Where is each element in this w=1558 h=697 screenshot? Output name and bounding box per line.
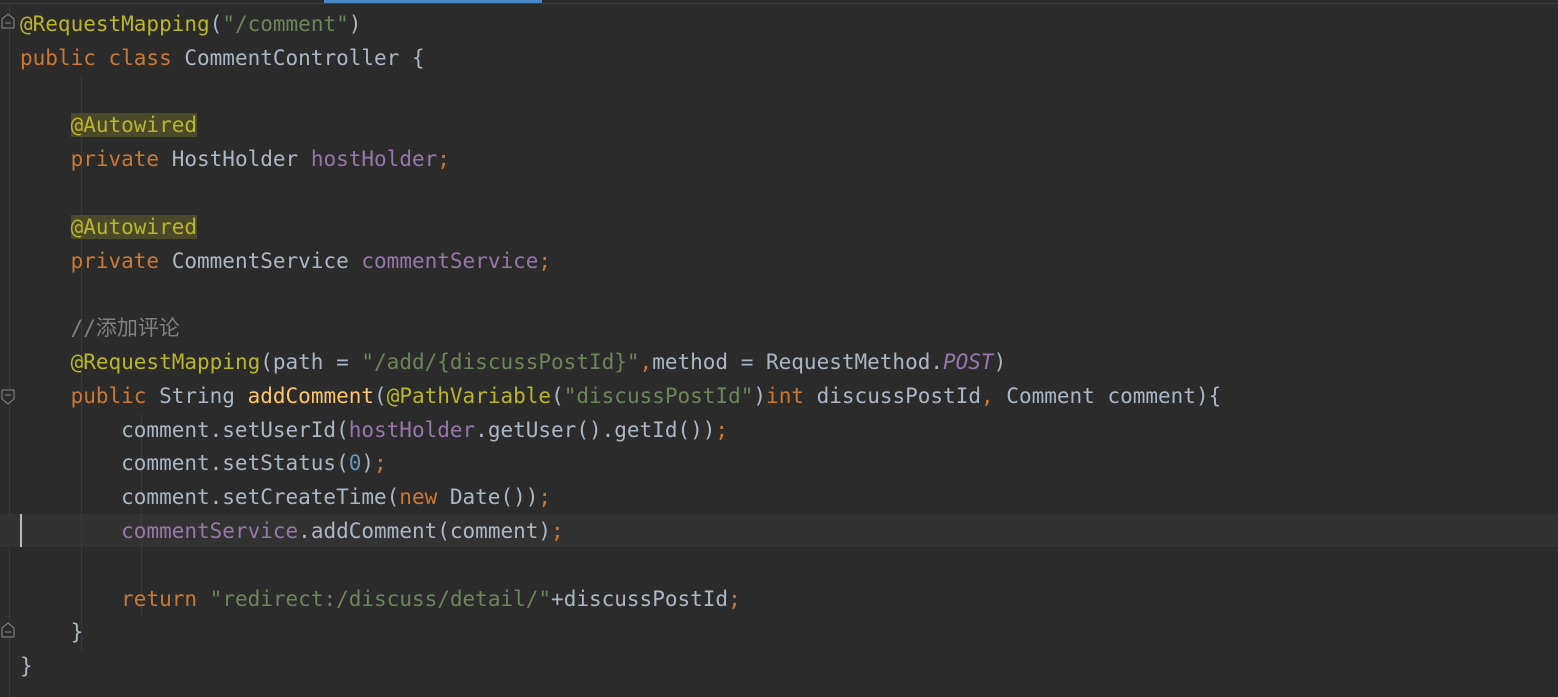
- code-token: "discussPostId": [563, 383, 754, 408]
- code-token: 0: [348, 451, 362, 476]
- code-token: "/comment": [222, 12, 349, 36]
- code-token: ): [361, 451, 375, 476]
- editor-top-border: [0, 3, 1558, 4]
- code-line[interactable]: @Autowired: [20, 211, 1221, 245]
- code-line[interactable]: @RequestMapping(path = "/add/{discussPos…: [20, 346, 1221, 380]
- code-token: +discussPostId: [551, 586, 729, 611]
- code-token: (: [374, 383, 387, 408]
- code-token: discussPostId: [816, 383, 981, 408]
- code-token: comment.setCreateTime(: [20, 485, 400, 510]
- code-token: (path =: [260, 349, 362, 374]
- code-token: ): [993, 349, 1007, 374]
- code-token: "redirect:/discuss/detail/": [209, 586, 552, 611]
- code-token: @PathVariable: [386, 383, 552, 408]
- code-token: @Autowired: [70, 214, 198, 239]
- code-token: @Autowired: [70, 113, 198, 138]
- code-line[interactable]: public String addComment(@PathVariable("…: [20, 380, 1222, 414]
- code-token: (: [551, 383, 564, 408]
- code-token: "/add/{discussPostId}": [361, 349, 640, 374]
- code-token: POST: [943, 349, 994, 374]
- code-line[interactable]: [20, 278, 1221, 312]
- code-token: return: [121, 586, 210, 611]
- code-line[interactable]: private CommentService commentService;: [20, 245, 1221, 279]
- code-token: Date()): [449, 485, 539, 510]
- code-token: CommentService: [171, 248, 362, 273]
- code-line[interactable]: comment.setStatus(0);: [20, 447, 1221, 481]
- code-line[interactable]: return "redirect:/discuss/detail/"+discu…: [20, 583, 1221, 617]
- code-token: Comment comment){: [1006, 383, 1222, 408]
- code-token: commentService: [121, 518, 299, 543]
- code-line[interactable]: commentService.addComment(comment);: [20, 515, 1221, 549]
- code-token: comment.setStatus(: [20, 451, 349, 476]
- code-token: public class: [20, 45, 185, 70]
- code-token: private: [70, 248, 172, 273]
- code-token: ;: [437, 147, 450, 172]
- code-token: ): [753, 383, 767, 408]
- code-line[interactable]: }: [20, 650, 1221, 684]
- code-token: @RequestMapping: [20, 12, 210, 36]
- code-token: ,: [639, 349, 653, 374]
- code-token: public: [70, 383, 160, 408]
- code-token: //添加评论: [70, 316, 180, 341]
- code-token: ): [348, 12, 362, 36]
- code-line[interactable]: [20, 177, 1221, 211]
- code-token: ;: [715, 417, 729, 442]
- code-line[interactable]: }: [20, 616, 1221, 650]
- code-line[interactable]: public class CommentController {: [20, 42, 1221, 76]
- code-token: private: [70, 147, 172, 172]
- gutter-divider: [9, 4, 10, 697]
- fold-icon[interactable]: [1, 13, 15, 29]
- code-token: ;: [728, 586, 741, 611]
- code-token: .addComment(comment): [298, 518, 552, 543]
- code-token: comment.setUserId(: [20, 417, 349, 442]
- code-token: int: [766, 383, 817, 408]
- code-token: }: [20, 620, 84, 645]
- code-line[interactable]: private HostHolder hostHolder;: [20, 143, 1221, 177]
- code-token: ;: [551, 518, 564, 543]
- code-token: ;: [538, 485, 552, 510]
- code-text-area[interactable]: @RequestMapping("/comment") public class …: [20, 8, 1221, 684]
- text-caret: [20, 514, 22, 547]
- code-token: commentService: [361, 248, 539, 273]
- code-token: @RequestMapping: [70, 349, 261, 374]
- code-line[interactable]: @RequestMapping("/comment"): [20, 8, 1221, 42]
- code-token: .getUser().getId()): [475, 417, 716, 442]
- fold-icon[interactable]: [1, 389, 15, 405]
- code-token: hostHolder: [348, 417, 476, 442]
- code-line[interactable]: @Autowired: [20, 109, 1221, 143]
- code-line[interactable]: comment.setUserId(hostHolder.getUser().g…: [20, 414, 1221, 448]
- code-token: addComment: [247, 383, 375, 408]
- code-line[interactable]: [20, 76, 1221, 110]
- code-line[interactable]: [20, 549, 1221, 583]
- code-token: new: [399, 485, 450, 510]
- code-token: method = RequestMethod.: [652, 349, 943, 374]
- code-token: }: [20, 654, 33, 679]
- code-token: CommentController {: [184, 45, 425, 70]
- code-token: HostHolder: [171, 147, 311, 172]
- code-token: hostHolder: [310, 147, 438, 172]
- fold-icon[interactable]: [1, 622, 15, 638]
- code-line[interactable]: //添加评论: [20, 312, 1221, 346]
- code-token: ;: [374, 451, 387, 476]
- code-token: ,: [981, 383, 1007, 408]
- code-line[interactable]: comment.setCreateTime(new Date());: [20, 481, 1221, 515]
- code-token: ;: [538, 248, 552, 273]
- code-token: String: [159, 383, 248, 408]
- code-token: (: [209, 12, 223, 36]
- code-editor[interactable]: @RequestMapping("/comment") public class …: [0, 0, 1558, 697]
